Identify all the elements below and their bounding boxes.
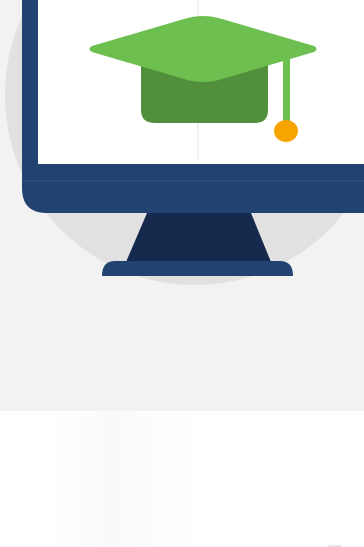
education-illustration (5, 0, 364, 285)
monitor-foot (102, 261, 293, 276)
tassel-cord (283, 54, 290, 124)
hero-panel (0, 0, 364, 411)
monitor-neck (126, 213, 271, 262)
tassel-knot (274, 120, 298, 142)
content-panel (0, 411, 364, 547)
